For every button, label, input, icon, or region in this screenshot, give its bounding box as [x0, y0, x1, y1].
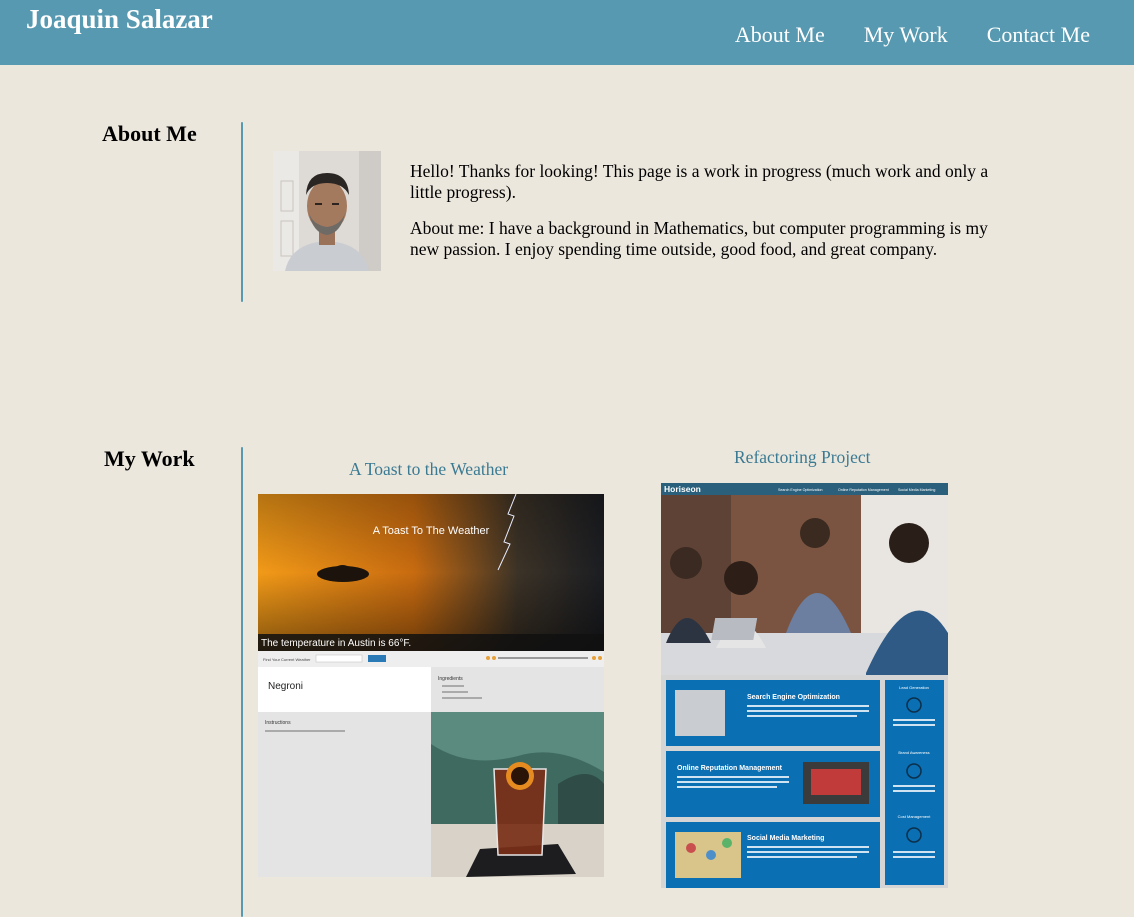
mock-card-seo: Search Engine Optimization: [747, 694, 840, 701]
mock-nav-smm: Social Media Marketing: [898, 488, 935, 492]
mock-side-cost: Cost Management: [898, 814, 932, 819]
search-label: Find Your Current Weather: [263, 657, 311, 662]
temperature-text: The temperature in Austin is 66°F.: [261, 638, 411, 649]
mock-side-lead: Lead Generation: [899, 685, 929, 690]
mock-nav-orm: Online Reputation Management: [838, 488, 889, 492]
main-nav: About Me My Work Contact Me: [735, 22, 1090, 48]
search-input: [315, 654, 363, 663]
project-screenshot-toast-weather[interactable]: A Toast To The Weather The temperature i…: [258, 494, 604, 877]
work-heading: My Work: [104, 446, 195, 471]
mock-card-smm: Social Media Marketing: [747, 835, 824, 842]
search-button: [368, 655, 386, 662]
project-screenshot-refactoring[interactable]: Horiseon Search Engine Optimization Onli…: [661, 483, 948, 888]
avatar: [273, 151, 381, 271]
nav-contact-me[interactable]: Contact Me: [987, 22, 1090, 48]
about-paragraph-background: About me: I have a background in Mathema…: [410, 218, 988, 259]
mock-side-brand: Brand Awareness: [898, 750, 929, 755]
about-heading: About Me: [102, 121, 197, 146]
project-title-toast-weather[interactable]: A Toast to the Weather: [349, 459, 508, 480]
mock-card-orm: Online Reputation Management: [677, 765, 783, 772]
mock-nav-seo: Search Engine Optimization: [778, 488, 823, 492]
about-paragraph-intro: Hello! Thanks for looking! This page is …: [410, 161, 989, 202]
about-divider: [241, 122, 243, 302]
drink-name: Negroni: [268, 681, 303, 692]
hero-title: A Toast To The Weather: [373, 525, 490, 537]
horiseon-brand: Horiseon: [664, 484, 701, 494]
site-title: Joaquin Salazar: [26, 4, 213, 34]
instructions-label: Instructions: [265, 720, 291, 726]
profile-photo: [273, 151, 381, 271]
about-text: Hello! Thanks for looking! This page is …: [410, 161, 1006, 275]
nav-my-work[interactable]: My Work: [864, 22, 948, 48]
project-title-refactoring[interactable]: Refactoring Project: [734, 447, 871, 468]
site-header: Joaquin Salazar About Me My Work Contact…: [0, 0, 1134, 65]
nav-about-me[interactable]: About Me: [735, 22, 825, 48]
work-divider: [241, 447, 243, 917]
ingredients-label: Ingredients: [438, 676, 463, 682]
